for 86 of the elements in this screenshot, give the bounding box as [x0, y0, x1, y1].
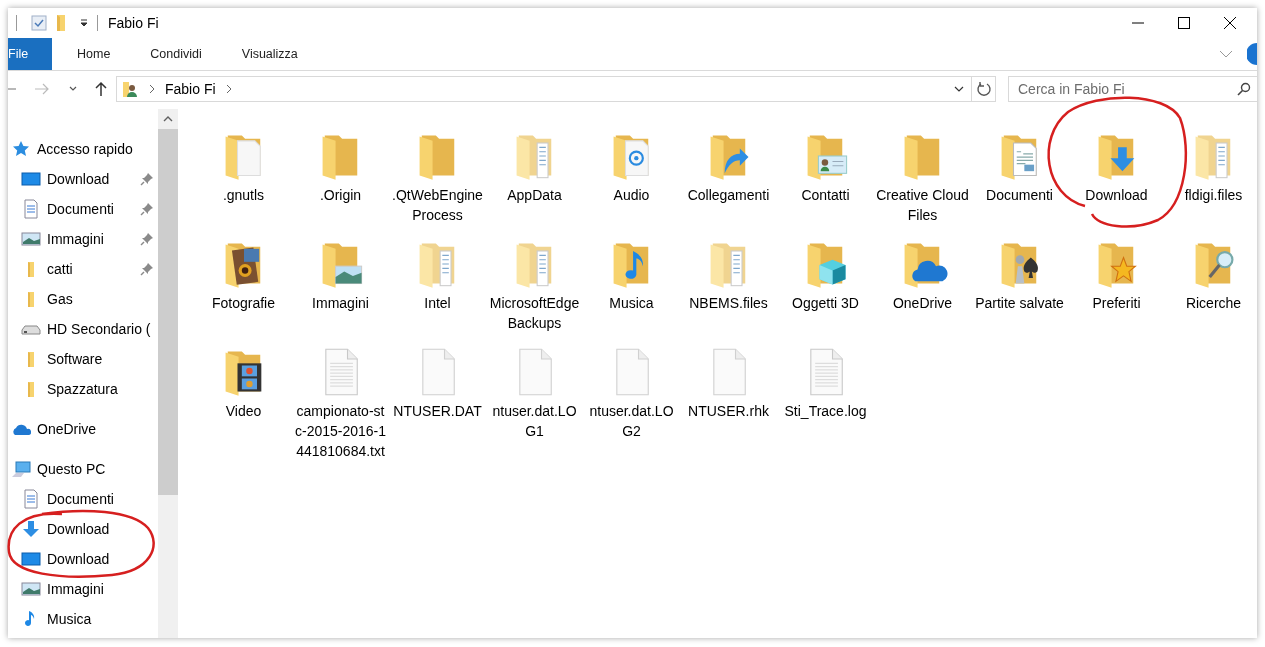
refresh-icon [975, 81, 992, 97]
file-name[interactable]: Immagini [293, 293, 388, 313]
folder-icon [28, 381, 34, 397]
computer-icon [11, 459, 31, 479]
close-icon [1224, 17, 1236, 29]
window-title: Fabio Fi [108, 15, 159, 31]
download-arrow-icon [21, 519, 41, 539]
pin-icon[interactable] [140, 262, 154, 276]
up-arrow-icon[interactable] [94, 81, 108, 97]
file-name[interactable]: Partite salvate [972, 293, 1067, 313]
document-icon [21, 489, 41, 509]
file-name[interactable]: Collegamenti [681, 185, 776, 205]
ribbon-tab[interactable]: Home [60, 38, 128, 70]
star-icon [11, 139, 31, 159]
nav-item[interactable]: Questo PC [8, 454, 158, 484]
file-name[interactable]: Download [1069, 185, 1164, 205]
folder-icon [28, 351, 34, 367]
pin-icon[interactable] [140, 202, 154, 216]
desktop-icon [21, 169, 41, 189]
nav-item[interactable]: Download [8, 514, 158, 544]
dropdown-caret-icon[interactable] [953, 85, 965, 93]
file-name[interactable]: OneDrive [875, 293, 970, 313]
file-name[interactable]: .QtWebEngineProcess [390, 185, 485, 225]
file-name[interactable]: Ricerche [1166, 293, 1257, 313]
forward-arrow-icon[interactable] [34, 83, 50, 95]
file-name[interactable]: Audio [584, 185, 679, 205]
file-menu-button[interactable]: File [8, 38, 52, 70]
nav-item[interactable]: Gas [8, 284, 158, 314]
file-name[interactable]: Preferiti [1069, 293, 1164, 313]
file-name[interactable]: ntuser.dat.LOG1 [487, 401, 582, 441]
file-name[interactable]: Intel [390, 293, 485, 313]
file-name[interactable]: NTUSER.rhk [681, 401, 776, 421]
pin-icon[interactable] [140, 172, 154, 186]
file-name[interactable]: Video [196, 401, 291, 421]
chevron-down-icon[interactable] [1219, 49, 1233, 59]
search-icon[interactable] [1237, 82, 1251, 96]
nav-item[interactable]: Documenti [8, 484, 158, 514]
folder-icon [28, 291, 34, 307]
file-name[interactable]: MicrosoftEdgeBackups [487, 293, 582, 333]
nav-item[interactable]: Spazzatura [8, 374, 158, 404]
chevron-right-icon[interactable] [147, 83, 157, 95]
file-name[interactable]: .Origin [293, 185, 388, 205]
file-name[interactable]: NBEMS.files [681, 293, 776, 313]
nav-item[interactable]: Software [8, 344, 158, 374]
scrollbar[interactable] [158, 109, 178, 638]
nav-item[interactable]: HD Secondario ( [8, 314, 158, 344]
nav-item[interactable]: Download [8, 164, 158, 194]
nav-item[interactable]: catti [8, 254, 158, 284]
file-name[interactable]: NTUSER.DAT [390, 401, 485, 421]
file-name[interactable]: Oggetti 3D [778, 293, 873, 313]
picture-icon [21, 579, 41, 599]
nav-item[interactable]: Musica [8, 604, 158, 634]
nav-item[interactable]: Documenti [8, 194, 158, 224]
file-name[interactable]: Fotografie [196, 293, 291, 313]
help-icon[interactable] [1247, 43, 1257, 65]
ribbon-tab[interactable]: Visualizza [224, 38, 315, 70]
file-name[interactable]: campionato-stc-2015-2016-1441810684.txt [293, 401, 388, 461]
file-name[interactable]: Creative Cloud Files [875, 185, 970, 225]
properties-icon[interactable] [31, 15, 47, 31]
address-bar[interactable]: Fabio Fi [116, 76, 972, 102]
recent-locations-caret-icon[interactable] [68, 85, 78, 93]
file-name[interactable]: Contatti [778, 185, 873, 205]
file-name[interactable]: fldigi.files [1166, 185, 1257, 205]
file-name[interactable]: ntuser.dat.LOG2 [584, 401, 679, 441]
picture-icon [21, 229, 41, 249]
nav-item[interactable]: OneDrive [8, 414, 158, 444]
dropdown-caret-icon[interactable] [79, 18, 89, 28]
file-name[interactable]: .gnutls [196, 185, 291, 205]
maximize-icon [1178, 17, 1190, 29]
file-name[interactable]: AppData [487, 185, 582, 205]
nav-item[interactable]: Download [8, 544, 158, 574]
document-icon [21, 199, 41, 219]
file-name[interactable]: Musica [584, 293, 679, 313]
nav-item[interactable]: Accesso rapido [8, 134, 158, 164]
breadcrumb[interactable]: Fabio Fi [165, 81, 216, 97]
ribbon-tab[interactable]: Condividi [133, 38, 219, 70]
file-name[interactable]: Sti_Trace.log [778, 401, 873, 421]
file-name[interactable]: Documenti [972, 185, 1067, 205]
nav-item[interactable]: Immagini [8, 574, 158, 604]
search-field[interactable]: Cerca in Fabio Fi [1008, 76, 1257, 102]
user-folder-icon [121, 80, 139, 98]
pin-icon[interactable] [140, 232, 154, 246]
desktop-icon [21, 549, 41, 569]
folder-icon [28, 261, 34, 277]
refresh-button[interactable] [972, 76, 996, 102]
nav-item[interactable]: Immagini [8, 224, 158, 254]
